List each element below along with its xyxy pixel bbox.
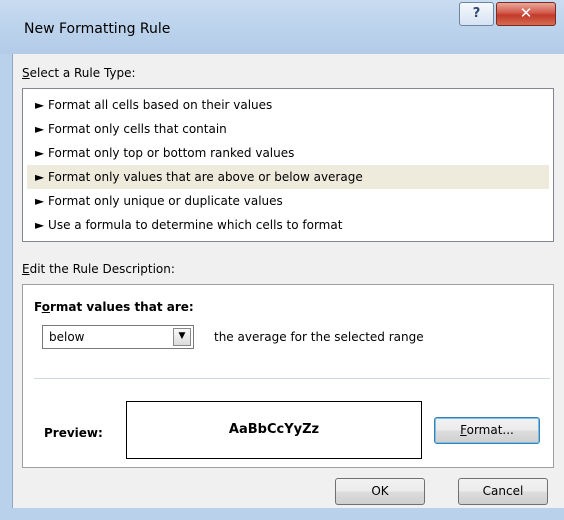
rule-type-item[interactable]: ► Format only top or bottom ranked value… bbox=[27, 141, 549, 165]
divider bbox=[34, 378, 550, 379]
rule-type-list[interactable]: ► Format all cells based on their values… bbox=[22, 88, 554, 242]
close-button[interactable]: ✕ bbox=[496, 2, 556, 26]
rule-type-item[interactable]: ► Format all cells based on their values bbox=[27, 93, 549, 117]
cancel-button[interactable]: Cancel bbox=[458, 478, 548, 505]
format-values-heading: Format values that are: bbox=[34, 300, 194, 314]
help-button[interactable]: ? bbox=[459, 2, 494, 26]
rule-type-item[interactable]: ► Use a formula to determine which cells… bbox=[27, 213, 549, 237]
format-button[interactable]: Format... bbox=[434, 417, 540, 444]
rule-type-item[interactable]: ► Format only cells that contain bbox=[27, 117, 549, 141]
dropdown-arrow-icon[interactable]: ▼ bbox=[173, 328, 191, 346]
preview-sample: AaBbCcYyZz bbox=[126, 401, 422, 459]
rule-type-item-selected[interactable]: ► Format only values that are above or b… bbox=[27, 165, 549, 189]
rule-description-label: Edit the Rule Description: bbox=[22, 262, 175, 276]
rule-type-item[interactable]: ► Format only unique or duplicate values bbox=[27, 189, 549, 213]
preview-label: Preview: bbox=[44, 426, 103, 440]
select-value: below bbox=[49, 330, 85, 344]
average-description: the average for the selected range bbox=[214, 330, 424, 344]
title-bar: New Formatting Rule ? ✕ bbox=[0, 0, 564, 54]
ok-button[interactable]: OK bbox=[335, 478, 425, 505]
help-icon: ? bbox=[472, 6, 481, 21]
close-icon: ✕ bbox=[519, 4, 533, 22]
dialog-title: New Formatting Rule bbox=[24, 21, 171, 37]
above-below-select[interactable]: below ▼ bbox=[42, 325, 194, 349]
rule-type-label: Select a Rule Type: bbox=[22, 66, 136, 80]
